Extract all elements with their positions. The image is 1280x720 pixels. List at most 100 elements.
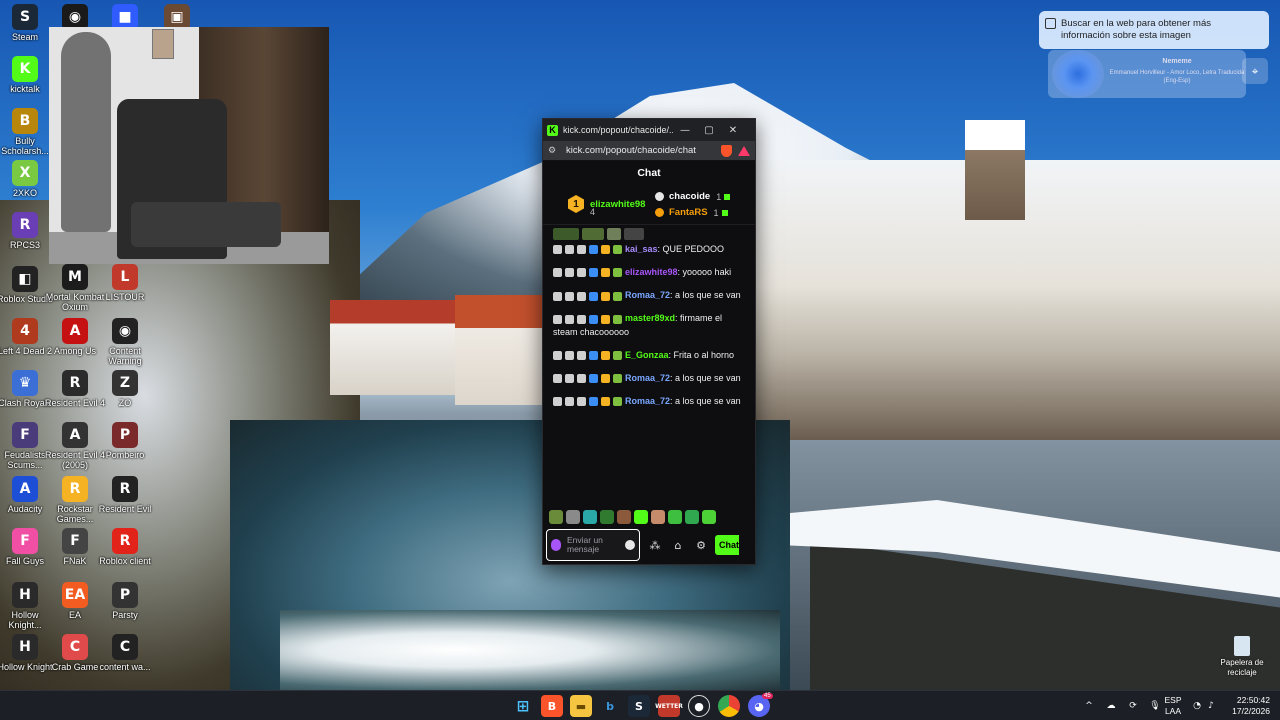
clock-date: 17/2/2026 <box>1232 706 1270 716</box>
media-widget[interactable]: Nememe Emmanuel Horvilleur - Amor Loco, … <box>1048 50 1246 98</box>
emote-icon[interactable] <box>566 510 580 524</box>
desktop-icon[interactable]: R Resident Evil <box>94 476 156 514</box>
clock[interactable]: 22:50:42 17/2/2026 <box>1222 695 1270 717</box>
desktop-icon[interactable]: Ccontent wa... <box>94 634 156 672</box>
user-badge-icon <box>589 291 598 301</box>
chevron-up-icon[interactable]: ^ <box>1078 701 1100 711</box>
bing-icon[interactable]: b <box>599 695 621 717</box>
chat-username[interactable]: E_Gonzaa <box>625 350 669 360</box>
chat-username[interactable]: Romaa_72 <box>625 290 670 300</box>
leaderboard-third[interactable]: FantaRS 1 <box>655 207 728 218</box>
emote-strip <box>543 225 755 243</box>
desktop-icon[interactable]: P Pombeiro <box>94 422 156 460</box>
desktop-icon[interactable]: P Parsty <box>94 582 156 620</box>
recycle-bin[interactable]: Papelera de reciclaje <box>1214 636 1270 678</box>
send-chat-button[interactable]: Chat <box>715 535 739 555</box>
chat-username[interactable]: Romaa_72 <box>625 373 670 383</box>
sync-icon[interactable]: ⟳ <box>1122 701 1144 711</box>
desktop-icon-label: Bully Scholarsh... <box>1 136 49 156</box>
user-badge-icon <box>655 208 664 217</box>
user-badge-icon <box>655 192 664 201</box>
emoji-picker-icon[interactable] <box>625 540 635 550</box>
desktop-icon[interactable]: B Bully Scholarsh... <box>0 108 56 156</box>
desktop-icon[interactable]: Z ZO <box>94 370 156 408</box>
site-settings-icon[interactable]: ⚙ <box>548 146 562 156</box>
user-badge-icon <box>613 373 622 383</box>
kick-chat-popup-window[interactable]: K kick.com/popout/chacoide/... — ▢ ✕ ⚙ k… <box>542 118 756 565</box>
chat-message[interactable]: kai_sas: QUE PEDOOO <box>553 243 745 256</box>
file-explorer-icon[interactable]: ▬ <box>570 695 592 717</box>
leaderboard-third-name: FantaRS <box>669 207 708 218</box>
user-badge-icon <box>565 350 574 360</box>
wetter-app-icon[interactable]: WETTER <box>655 695 683 717</box>
screen-capture-icon[interactable]: ⌖ <box>1242 58 1268 84</box>
bits-icon[interactable]: ⁂ <box>647 539 663 552</box>
chat-username[interactable]: master89xd <box>625 313 675 323</box>
chat-message[interactable]: elizawhite98: yooooo haki <box>553 266 745 279</box>
chat-input-row: Enviar un mensaje ⁂ ⌂ ⚙ Chat <box>546 529 754 561</box>
chrome-icon[interactable] <box>718 695 740 717</box>
leaderboard-first[interactable]: 1 elizawhite98 4 <box>568 195 646 217</box>
url-text[interactable]: kick.com/popout/chacoide/chat <box>566 145 718 156</box>
desktop-icon[interactable]: R RPCS3 <box>0 212 56 250</box>
chat-message[interactable]: E_Gonzaa: Frita o al horno <box>553 349 745 362</box>
chat-message-input[interactable]: Enviar un mensaje <box>546 529 640 561</box>
emote-icon[interactable] <box>668 510 682 524</box>
emote-icon[interactable] <box>634 510 648 524</box>
gift-shop-icon[interactable]: ⌂ <box>670 539 686 552</box>
chat-message[interactable]: Romaa_72: a los que se van <box>553 372 745 385</box>
recycle-bin-label: Papelera de reciclaje <box>1220 658 1264 677</box>
emote-icon[interactable] <box>702 510 716 524</box>
app-icon: R <box>62 370 88 396</box>
emote-icon[interactable] <box>651 510 665 524</box>
brave-rewards-icon[interactable] <box>738 145 750 156</box>
wifi-icon[interactable]: ◔ <box>1190 701 1204 711</box>
emote-icon[interactable] <box>549 510 563 524</box>
brave-shield-icon[interactable] <box>721 144 732 157</box>
window-titlebar[interactable]: K kick.com/popout/chacoide/... — ▢ ✕ <box>543 119 755 141</box>
desktop-icon[interactable]: R Roblox client <box>94 528 156 566</box>
desktop-icon[interactable]: ◉ Content Warning <box>94 318 156 366</box>
obs-icon[interactable]: ● <box>688 695 710 717</box>
emote-icon[interactable] <box>685 510 699 524</box>
leaderboard-first-name: elizawhite98 <box>590 198 646 210</box>
desktop-icon-label: Parsty <box>112 610 138 620</box>
chat-username[interactable]: Romaa_72 <box>625 396 670 406</box>
desktop-icon-label: Roblox client <box>99 556 151 566</box>
address-bar[interactable]: ⚙ kick.com/popout/chacoide/chat <box>543 141 755 161</box>
kick-logo-icon: K <box>547 124 558 136</box>
desktop-icon-label: LISTOUR <box>105 292 145 302</box>
user-badge-icon <box>589 314 598 324</box>
emote-icon[interactable] <box>617 510 631 524</box>
leaderboard-second[interactable]: chacoide 1 <box>655 191 731 202</box>
chat-message[interactable]: Romaa_72: a los que se van <box>553 289 745 302</box>
chat-message-list[interactable]: kai_sas: QUE PEDOOO elizawhite98: yooooo … <box>543 243 755 408</box>
chat-username[interactable]: kai_sas <box>625 244 658 254</box>
wallpaper-house <box>330 300 460 395</box>
language-indicator[interactable]: ESP LAA <box>1160 695 1186 717</box>
app-icon: F <box>12 528 38 554</box>
emote-icon[interactable] <box>600 510 614 524</box>
minimize-button[interactable]: — <box>673 125 697 136</box>
user-badge-icon <box>601 397 610 406</box>
chat-message[interactable]: Romaa_72: a los que se van <box>553 395 745 408</box>
chat-message[interactable]: master89xd: firmame el steam chacoooooo <box>553 312 745 338</box>
maximize-button[interactable]: ▢ <box>697 125 721 136</box>
desktop-icon[interactable]: X 2XKO <box>0 160 56 198</box>
volume-icon[interactable]: ♪ <box>1204 701 1218 711</box>
emote-icon <box>553 228 579 240</box>
emote-icon[interactable] <box>583 510 597 524</box>
cloud-icon[interactable]: ☁ <box>1100 701 1122 711</box>
chat-username[interactable]: elizawhite98 <box>625 267 678 277</box>
microphone-icon[interactable] <box>551 539 561 551</box>
desktop-icon[interactable]: L LISTOUR <box>94 264 156 302</box>
settings-gear-icon[interactable]: ⚙ <box>693 539 709 552</box>
lens-search-pill[interactable]: Buscar en la web para obtener más inform… <box>1039 11 1269 49</box>
desktop-icon-label: Resident Evil <box>98 504 152 514</box>
close-button[interactable]: ✕ <box>721 125 745 136</box>
brave-browser-icon[interactable]: B <box>541 695 563 717</box>
app-icon: H <box>12 582 38 608</box>
start-button-windows-icon[interactable]: ⊞ <box>512 695 534 717</box>
steam-icon[interactable]: S <box>628 695 650 717</box>
desktop-icon[interactable]: Kkicktalk <box>0 56 56 94</box>
